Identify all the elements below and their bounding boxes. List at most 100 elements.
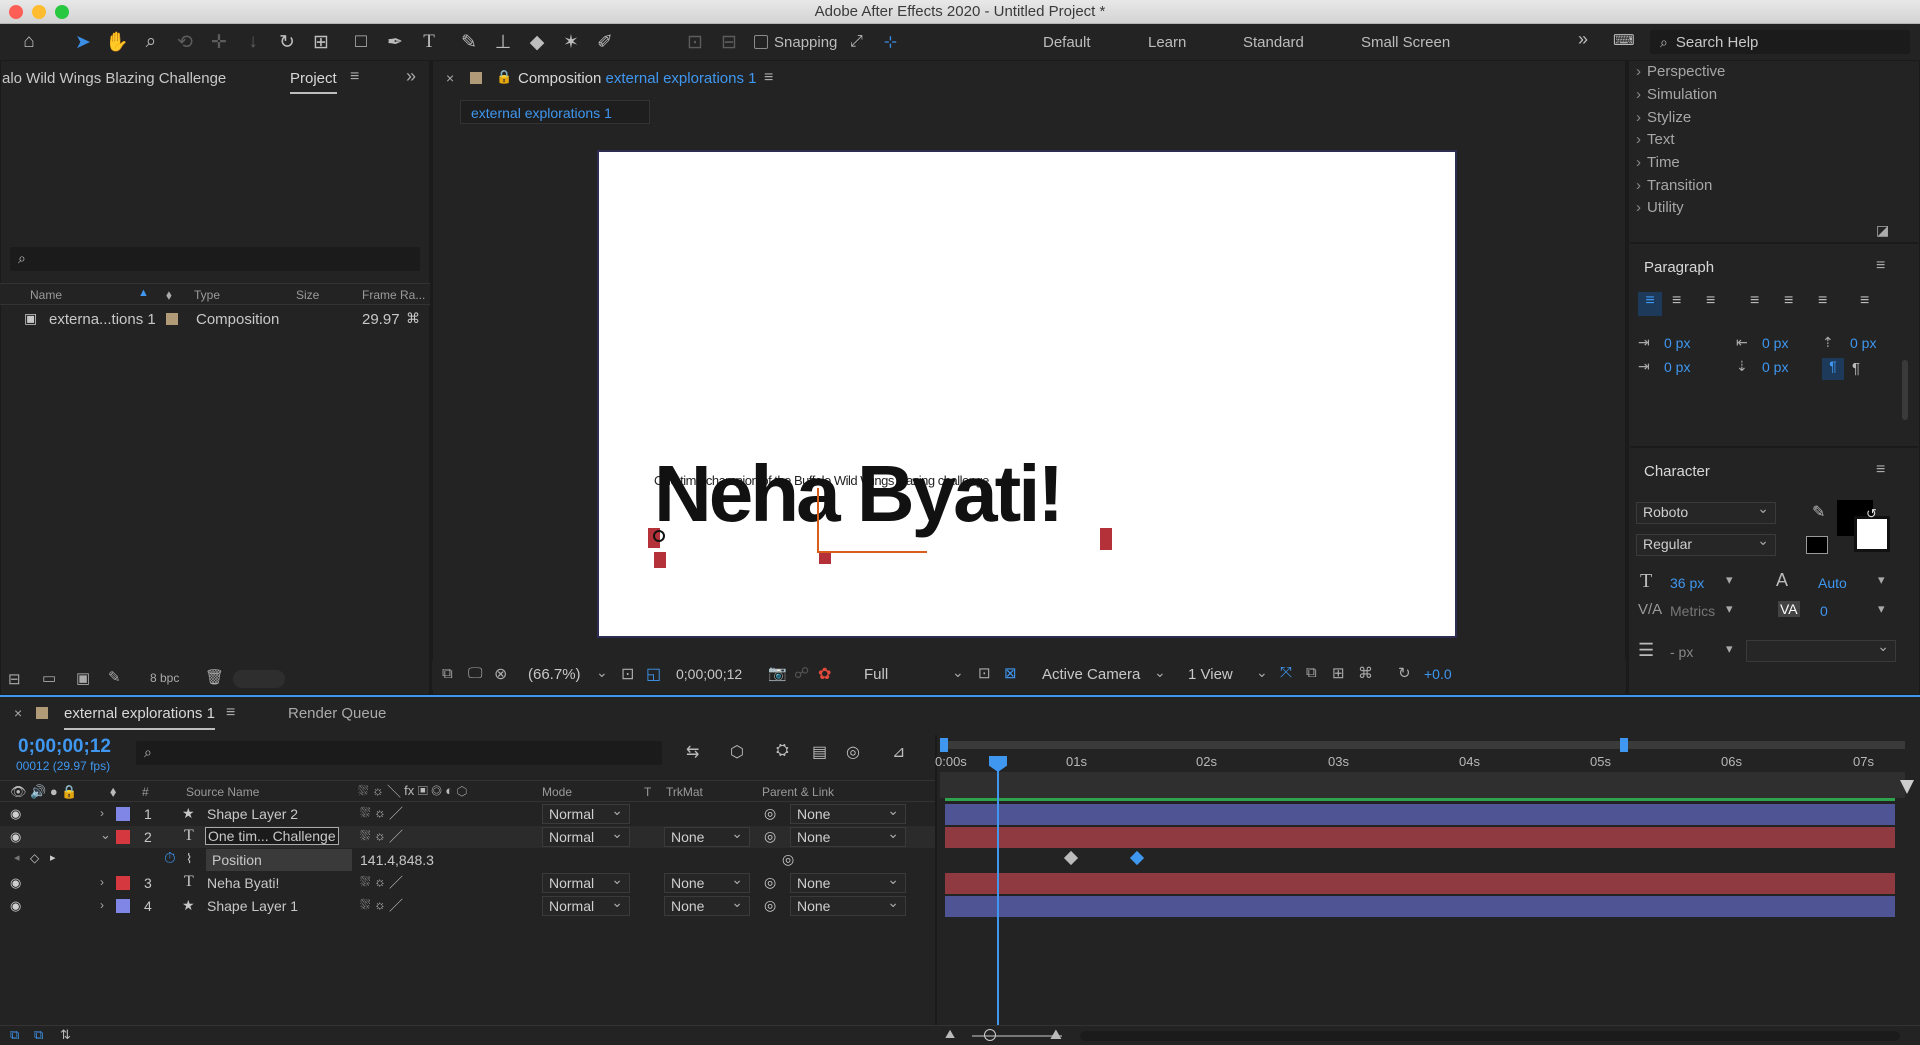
more-workspaces-icon[interactable]: » bbox=[1578, 29, 1588, 50]
column-size[interactable]: Size bbox=[296, 288, 319, 302]
toggle-transparency-icon[interactable]: ⊠ bbox=[1004, 664, 1017, 682]
column-source-name[interactable]: Source Name bbox=[186, 785, 259, 799]
ltr-direction-icon[interactable]: ¶ bbox=[1822, 358, 1844, 380]
panel-menu-icon[interactable]: ≡ bbox=[1876, 257, 1885, 275]
label-tag-icon[interactable]: ⬧ bbox=[166, 287, 172, 303]
adjust-project-settings-icon[interactable]: ✎ bbox=[108, 668, 121, 686]
time-ruler[interactable] bbox=[940, 772, 1905, 798]
workspace-standard[interactable]: Standard bbox=[1243, 34, 1304, 51]
comp-flowchart-icon[interactable]: ⇆ bbox=[686, 742, 699, 762]
label-color-swatch[interactable] bbox=[166, 313, 178, 325]
interpret-footage-icon[interactable]: ⊟ bbox=[8, 670, 21, 688]
column-type[interactable]: Type bbox=[194, 288, 220, 302]
shy-layers-icon[interactable]: ⛭ bbox=[776, 742, 789, 760]
layer-name-editing[interactable]: One tim... Challenge bbox=[205, 827, 339, 845]
workspace-learn[interactable]: Learn bbox=[1148, 34, 1186, 51]
expand-chevron-icon[interactable]: › bbox=[100, 898, 104, 912]
column-frame-rate[interactable]: Frame Ra... bbox=[362, 288, 425, 302]
property-name[interactable]: Position bbox=[206, 849, 352, 871]
layer-bar-4[interactable] bbox=[945, 896, 1895, 917]
track-matte-dropdown[interactable]: None bbox=[664, 894, 750, 916]
clone-stamp-tool-icon[interactable]: ⊥ bbox=[488, 27, 518, 57]
layer-switches[interactable]: ⛆ ☼ ╱ bbox=[360, 828, 403, 844]
pen-tool-icon[interactable]: ✒ bbox=[380, 27, 410, 57]
rtl-direction-icon[interactable]: ¶ bbox=[1852, 360, 1860, 377]
layer-name[interactable]: Shape Layer 2 bbox=[207, 806, 298, 822]
minimize-window-button[interactable] bbox=[32, 5, 46, 19]
blend-mode-dropdown[interactable]: Normal bbox=[542, 871, 630, 893]
pan-camera-icon[interactable]: ✛ bbox=[204, 27, 234, 57]
brush-tool-icon[interactable]: ✎ bbox=[454, 27, 484, 57]
justify-last-right-icon[interactable]: ≡ bbox=[1818, 292, 1827, 310]
layer-label-color[interactable] bbox=[116, 899, 130, 913]
view-layout-dropdown[interactable]: 1 View bbox=[1188, 666, 1233, 683]
kerning-value[interactable]: Metrics bbox=[1670, 603, 1715, 619]
workspace-small-screen[interactable]: Small Screen bbox=[1361, 34, 1450, 51]
chevron-down-icon[interactable]: ▾ bbox=[1878, 601, 1885, 617]
eraser-tool-icon[interactable]: ◆ bbox=[522, 27, 552, 57]
expand-modes-icon[interactable]: ⧉ bbox=[34, 1027, 43, 1043]
always-preview-icon[interactable]: ⧉ bbox=[442, 665, 453, 682]
column-mode[interactable]: Mode bbox=[542, 785, 572, 799]
sync-settings-icon[interactable]: ⌨ bbox=[1613, 31, 1635, 49]
time-navigator[interactable] bbox=[940, 738, 1905, 752]
justify-last-center-icon[interactable]: ≡ bbox=[1784, 292, 1793, 310]
flowchart-icon[interactable]: ⌘ bbox=[406, 310, 420, 327]
timeline-scrollbar[interactable] bbox=[1080, 1031, 1900, 1041]
swap-colors-icon[interactable]: ↺ bbox=[1866, 506, 1877, 522]
layer-label-color[interactable] bbox=[116, 807, 130, 821]
snap-edges-icon[interactable]: ⤢ bbox=[841, 27, 871, 57]
new-folder-icon[interactable]: ▭ bbox=[42, 669, 56, 687]
expand-chevron-icon[interactable]: › bbox=[100, 875, 104, 889]
graph-editor-icon[interactable]: ⊿ bbox=[892, 742, 905, 762]
layer-bar-3[interactable] bbox=[945, 873, 1895, 894]
lock-icon[interactable]: 🔒 bbox=[496, 69, 512, 85]
av-features-icon[interactable]: 👁 🔊 ● 🔒 bbox=[10, 784, 78, 800]
graph-icon[interactable]: ⌇ bbox=[186, 851, 192, 867]
frame-blending-icon[interactable]: ▤ bbox=[812, 742, 827, 762]
zoom-window-button[interactable] bbox=[55, 5, 69, 19]
mask-visibility-icon[interactable]: ⊗ bbox=[494, 664, 507, 684]
expand-chevron-icon[interactable]: › bbox=[100, 806, 104, 820]
tab-timeline-composition[interactable]: external explorations 1 bbox=[64, 705, 215, 730]
track-matte-dropdown[interactable]: None bbox=[664, 871, 750, 893]
layer-handle-bottom-left[interactable] bbox=[654, 552, 666, 568]
dolly-camera-icon[interactable]: ↓ bbox=[238, 27, 268, 57]
current-time-display[interactable]: 0;00;00;12 bbox=[676, 666, 742, 682]
home-icon[interactable]: ⌂ bbox=[14, 27, 44, 57]
property-value[interactable]: 141.4,848.3 bbox=[360, 852, 434, 868]
timeline-search-input[interactable]: ⌕ bbox=[136, 741, 662, 765]
composition-canvas[interactable]: One time champion of the Buffalo Wild Wi… bbox=[597, 150, 1457, 638]
align-center-icon[interactable]: ≡ bbox=[1672, 292, 1681, 310]
draft-3d-icon[interactable]: ⬡ bbox=[730, 742, 744, 762]
close-window-button[interactable] bbox=[9, 5, 23, 19]
tracking-value[interactable]: 0 bbox=[1820, 603, 1828, 619]
effect-category-stylize[interactable]: Stylize bbox=[1636, 109, 1691, 126]
trash-icon[interactable]: 🗑 bbox=[205, 668, 224, 686]
panel-menu-icon[interactable]: ≡ bbox=[764, 69, 773, 87]
layer-row-4[interactable]: ◉ › 4 ★ Shape Layer 1 ⛆ ☼ ╱ Normal None … bbox=[0, 894, 935, 917]
navigator-start-handle[interactable] bbox=[940, 738, 948, 752]
chevron-down-icon[interactable]: ▾ bbox=[1726, 572, 1733, 588]
indent-right-value[interactable]: 0 px bbox=[1762, 335, 1788, 351]
project-item-row[interactable]: ▣ externa...tions 1 Composition 29.97 ⌘ bbox=[0, 308, 430, 330]
no-fill-icon[interactable] bbox=[1806, 536, 1828, 554]
flowchart-icon[interactable]: ⌘ bbox=[1358, 664, 1373, 682]
column-parent-link[interactable]: Parent & Link bbox=[762, 785, 834, 799]
layer-bar-1[interactable] bbox=[945, 804, 1895, 825]
parent-dropdown[interactable]: None bbox=[790, 825, 906, 847]
expand-panels-icon[interactable]: » bbox=[406, 66, 416, 87]
label-tag-icon[interactable]: ⬧ bbox=[110, 783, 116, 800]
scrollbar[interactable] bbox=[1902, 360, 1908, 420]
effect-category-text[interactable]: Text bbox=[1636, 131, 1675, 148]
visibility-eye-icon[interactable]: ◉ bbox=[10, 829, 21, 845]
bit-depth-button[interactable]: 8 bpc bbox=[150, 671, 179, 685]
layer-row-3[interactable]: ◉ › 3 T Neha Byati! ⛆ ☼ ╱ Normal None ◎ … bbox=[0, 871, 935, 894]
rotation-tool-icon[interactable]: ↻ bbox=[272, 27, 302, 57]
column-track-matte[interactable]: TrkMat bbox=[666, 785, 703, 799]
layer-switches[interactable]: ⛆ ☼ ╱ bbox=[360, 897, 403, 913]
hand-tool-icon[interactable]: ✋ bbox=[102, 27, 132, 57]
font-family-dropdown[interactable]: Roboto bbox=[1636, 500, 1776, 524]
effect-category-transition[interactable]: Transition bbox=[1636, 177, 1712, 194]
prev-keyframe-icon[interactable]: ◂ bbox=[14, 851, 20, 864]
